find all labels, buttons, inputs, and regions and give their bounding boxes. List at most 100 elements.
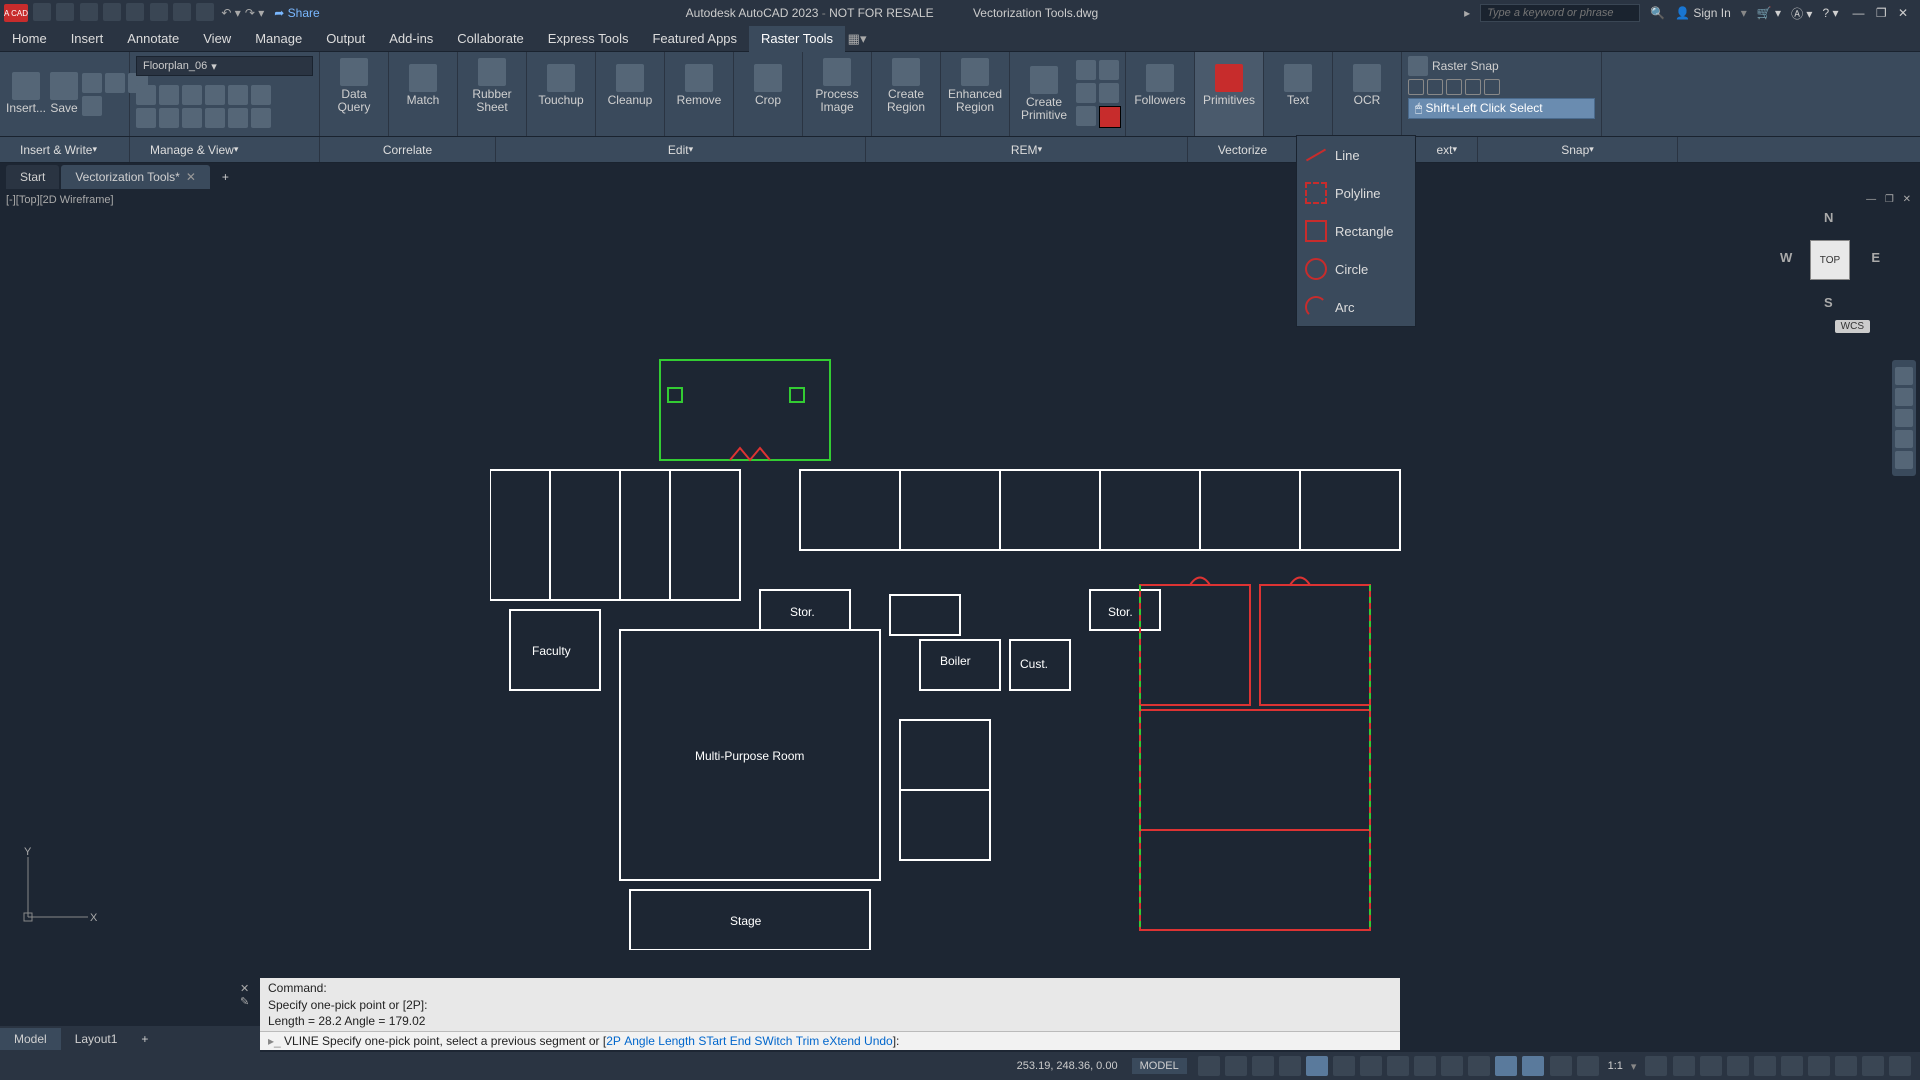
viewcube-top[interactable]: TOP — [1810, 240, 1850, 280]
st-isolate-icon[interactable] — [1808, 1056, 1830, 1076]
st-custom-icon[interactable] — [1889, 1056, 1911, 1076]
mv-8-icon[interactable] — [159, 108, 179, 128]
command-window[interactable]: ✕✎ Command: Specify one-pick point or [2… — [260, 978, 1400, 1050]
panel-manage-view[interactable]: Manage & View — [130, 137, 320, 162]
prim-arc[interactable]: Arc — [1297, 288, 1415, 326]
mv-2-icon[interactable] — [159, 85, 179, 105]
nav-s[interactable]: S — [1824, 295, 1833, 310]
st-lock-icon[interactable] — [1781, 1056, 1803, 1076]
panel-edit[interactable]: Edit — [496, 137, 866, 162]
st-monitor-icon[interactable] — [1700, 1056, 1722, 1076]
qat-undo-icon[interactable] — [150, 3, 168, 21]
tab-addins[interactable]: Add-ins — [377, 26, 445, 52]
mv-9-icon[interactable] — [182, 108, 202, 128]
drawing-viewport[interactable]: [-][Top][2D Wireframe] — ❐ ✕ N S E W TOP… — [0, 190, 1920, 1022]
tab-annotate[interactable]: Annotate — [115, 26, 191, 52]
mv-5-icon[interactable] — [228, 85, 248, 105]
nav-orbit-icon[interactable] — [1895, 430, 1913, 448]
layout-layout1[interactable]: Layout1 — [61, 1028, 132, 1050]
qat-print-icon[interactable] — [196, 3, 214, 21]
qat-plot-icon[interactable] — [126, 3, 144, 21]
ucs-icon[interactable]: Y X — [18, 847, 98, 932]
iw-small-4-icon[interactable] — [82, 96, 102, 116]
share-button[interactable]: Share — [274, 6, 319, 20]
snap-5-icon[interactable] — [1484, 79, 1500, 95]
create-primitive-button[interactable]: Create Primitive — [1016, 64, 1072, 124]
mv-6-icon[interactable] — [251, 85, 271, 105]
mv-10-icon[interactable] — [205, 108, 225, 128]
st-lweight-icon[interactable] — [1414, 1056, 1436, 1076]
st-dynucs-icon[interactable] — [1495, 1056, 1517, 1076]
tab-collaborate[interactable]: Collaborate — [445, 26, 536, 52]
snap-4-icon[interactable] — [1465, 79, 1481, 95]
mv-1-icon[interactable] — [136, 85, 156, 105]
qat-saveas-icon[interactable] — [103, 3, 121, 21]
cleanup-button[interactable]: Cleanup — [602, 56, 658, 116]
nav-wheel-icon[interactable] — [1895, 367, 1913, 385]
st-plus-icon[interactable] — [1673, 1056, 1695, 1076]
viewcube[interactable]: N S E W TOP — [1780, 210, 1880, 310]
mv-11-icon[interactable] — [228, 108, 248, 128]
rem-5-icon[interactable] — [1076, 106, 1096, 126]
panel-correlate[interactable]: Correlate — [320, 137, 496, 162]
st-polar-icon[interactable] — [1279, 1056, 1301, 1076]
st-hw-icon[interactable] — [1835, 1056, 1857, 1076]
search-input[interactable] — [1480, 4, 1640, 22]
nav-pan-icon[interactable] — [1895, 388, 1913, 406]
nav-zoom-icon[interactable] — [1895, 409, 1913, 427]
tab-current-file[interactable]: Vectorization Tools*✕ — [61, 165, 210, 189]
panel-vectorize[interactable]: Vectorize — [1188, 137, 1298, 162]
nav-n[interactable]: N — [1824, 210, 1833, 225]
rem-4-icon[interactable] — [1099, 83, 1119, 103]
tab-home[interactable]: Home — [0, 26, 59, 52]
tab-insert[interactable]: Insert — [59, 26, 116, 52]
st-qprops-icon[interactable] — [1754, 1056, 1776, 1076]
qat-redo-icon[interactable] — [173, 3, 191, 21]
st-grid-icon[interactable] — [1198, 1056, 1220, 1076]
rem-1-icon[interactable] — [1076, 60, 1096, 80]
st-gizmo-icon[interactable] — [1550, 1056, 1572, 1076]
crop-button[interactable]: Crop — [740, 56, 796, 116]
ocr-button[interactable]: OCR — [1339, 56, 1395, 116]
snap-3-icon[interactable] — [1446, 79, 1462, 95]
tab-start[interactable]: Start — [6, 165, 59, 189]
tab-output[interactable]: Output — [314, 26, 377, 52]
cmd-input[interactable]: ▸_ VLINE Specify one-pick point, select … — [260, 1032, 1400, 1050]
insert-button[interactable]: Insert... — [6, 64, 46, 124]
rem-color-swatch[interactable] — [1099, 106, 1121, 128]
qat-new-icon[interactable] — [33, 3, 51, 21]
st-cycling-icon[interactable] — [1468, 1056, 1490, 1076]
cmd-close-icon[interactable]: ✕✎ — [240, 982, 249, 1008]
nav-e[interactable]: E — [1871, 250, 1880, 265]
qat-open-icon[interactable] — [56, 3, 74, 21]
remove-button[interactable]: Remove — [671, 56, 727, 116]
rubbersheet-button[interactable]: Rubber Sheet — [464, 56, 520, 116]
primitives-button[interactable]: Primitives — [1201, 56, 1257, 116]
snap-1-icon[interactable] — [1408, 79, 1424, 95]
st-osnap-icon[interactable] — [1333, 1056, 1355, 1076]
touchup-button[interactable]: Touchup — [533, 56, 589, 116]
app-logo[interactable]: A CAD — [4, 4, 28, 22]
new-tab-button[interactable]: + — [212, 170, 239, 184]
cart-icon[interactable]: 🛒 ▾ — [1757, 6, 1781, 20]
nav-showmotion-icon[interactable] — [1895, 451, 1913, 469]
prim-line[interactable]: Line — [1297, 136, 1415, 174]
rem-2-icon[interactable] — [1099, 60, 1119, 80]
wcs-badge[interactable]: WCS — [1835, 320, 1870, 333]
vp-min-icon[interactable]: — — [1863, 194, 1879, 205]
process-image-button[interactable]: Process Image — [809, 56, 865, 116]
signin-button[interactable]: Sign In — [1675, 6, 1731, 20]
iw-small-1-icon[interactable] — [82, 73, 102, 93]
st-transp-icon[interactable] — [1441, 1056, 1463, 1076]
enhanced-region-button[interactable]: Enhanced Region — [947, 56, 1003, 116]
st-gear-icon[interactable] — [1645, 1056, 1667, 1076]
prim-polyline[interactable]: Polyline — [1297, 174, 1415, 212]
tab-extra-icon[interactable]: ▦▾ — [845, 31, 869, 47]
close-tab-icon[interactable]: ✕ — [186, 170, 196, 184]
followers-button[interactable]: Followers — [1132, 56, 1188, 116]
viewport-label[interactable]: [-][Top][2D Wireframe] — [6, 194, 114, 206]
minimize-icon[interactable]: — — [1848, 6, 1868, 20]
close-icon[interactable]: ✕ — [1894, 6, 1912, 20]
shift-select-button[interactable]: 🖱 Shift+Left Click Select — [1408, 98, 1595, 119]
iw-small-2-icon[interactable] — [105, 73, 125, 93]
